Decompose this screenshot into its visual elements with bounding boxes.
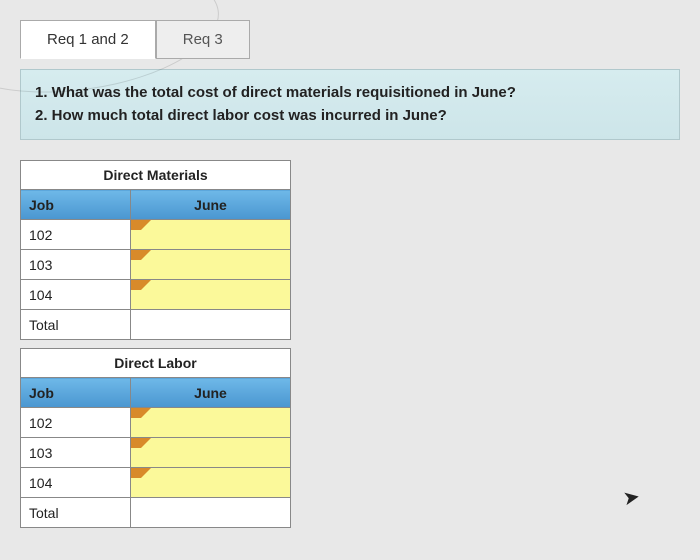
labor-input-104[interactable]	[131, 468, 291, 498]
table-header-row: Job June	[21, 378, 291, 408]
direct-materials-table: Direct Materials Job June 102 103 104 To…	[20, 160, 291, 340]
question-2: 2. How much total direct labor cost was …	[35, 105, 665, 128]
labor-total-cell	[131, 498, 291, 528]
job-cell: 104	[21, 280, 131, 310]
question-1: 1. What was the total cost of direct mat…	[35, 82, 665, 105]
job-cell: 102	[21, 408, 131, 438]
job-cell: 103	[21, 438, 131, 468]
table-row: 104	[21, 468, 291, 498]
table-title: Direct Labor	[21, 349, 291, 378]
table-title: Direct Materials	[21, 161, 291, 190]
materials-total-cell	[131, 310, 291, 340]
tab-bar: Req 1 and 2 Req 3	[0, 0, 700, 59]
table-row: 104	[21, 280, 291, 310]
job-total-cell: Total	[21, 310, 131, 340]
col-header-june: June	[131, 190, 291, 220]
table-row: Total	[21, 498, 291, 528]
materials-input-102[interactable]	[131, 220, 291, 250]
tab-req-1-2[interactable]: Req 1 and 2	[20, 20, 156, 59]
job-cell: 102	[21, 220, 131, 250]
job-total-cell: Total	[21, 498, 131, 528]
labor-input-103[interactable]	[131, 438, 291, 468]
labor-input-102[interactable]	[131, 408, 291, 438]
materials-input-103[interactable]	[131, 250, 291, 280]
table-row: 103	[21, 438, 291, 468]
table-row: Total	[21, 310, 291, 340]
materials-input-104[interactable]	[131, 280, 291, 310]
question-block: 1. What was the total cost of direct mat…	[20, 69, 680, 140]
table-header-row: Job June	[21, 190, 291, 220]
table-title-row: Direct Materials	[21, 161, 291, 190]
page: Req 1 and 2 Req 3 1. What was the total …	[0, 0, 700, 560]
job-cell: 104	[21, 468, 131, 498]
table-title-row: Direct Labor	[21, 349, 291, 378]
table-row: 102	[21, 408, 291, 438]
tab-req-3[interactable]: Req 3	[156, 20, 250, 59]
col-header-june: June	[131, 378, 291, 408]
col-header-job: Job	[21, 378, 131, 408]
worksheet: Direct Materials Job June 102 103 104 To…	[20, 160, 700, 528]
table-row: 103	[21, 250, 291, 280]
direct-labor-table: Direct Labor Job June 102 103 104 Total	[20, 348, 291, 528]
job-cell: 103	[21, 250, 131, 280]
col-header-job: Job	[21, 190, 131, 220]
table-row: 102	[21, 220, 291, 250]
